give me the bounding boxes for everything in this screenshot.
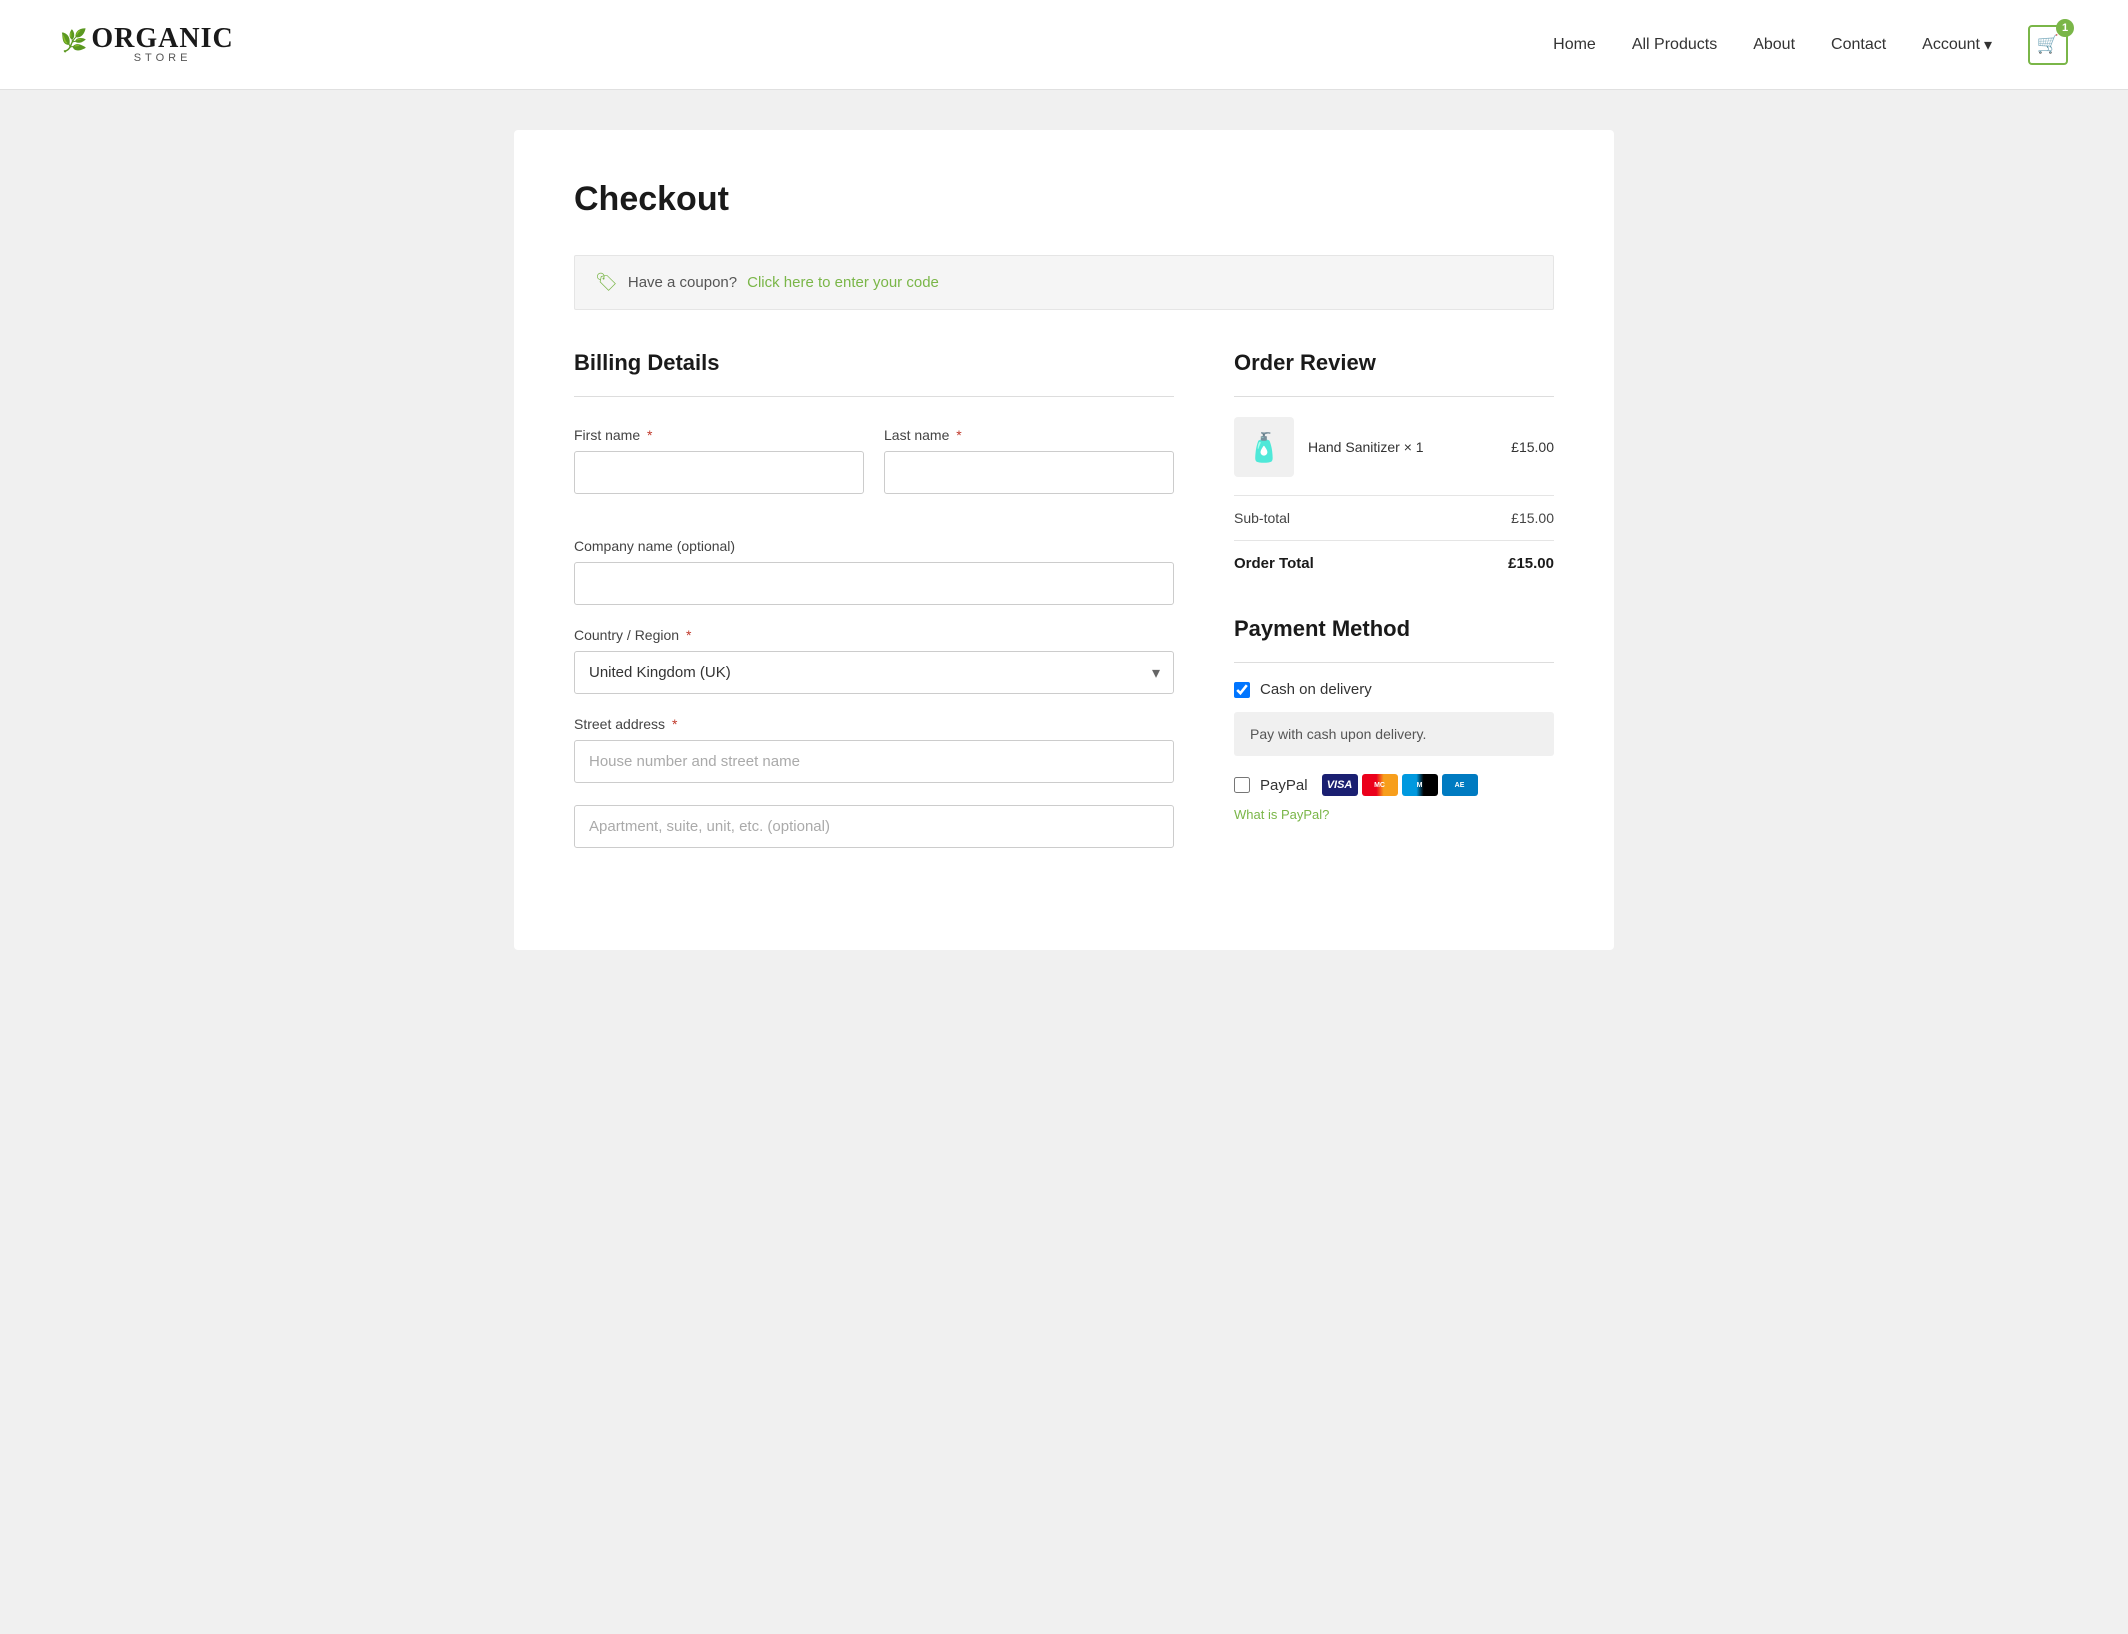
country-label-text: Country / Region xyxy=(574,627,679,643)
order-item-image: 🧴 xyxy=(1234,417,1294,477)
nav-home[interactable]: Home xyxy=(1553,36,1596,54)
billing-divider xyxy=(574,396,1174,397)
last-name-group: Last name * xyxy=(884,427,1174,494)
coupon-bar: 🏷 Have a coupon? Click here to enter you… xyxy=(574,255,1554,310)
account-label: Account xyxy=(1922,36,1980,54)
cash-description: Pay with cash upon delivery. xyxy=(1234,712,1554,756)
paypal-payment-option: PayPal VISA MC M AE xyxy=(1234,774,1554,796)
cash-payment-option: Cash on delivery xyxy=(1234,681,1554,698)
nav-contact[interactable]: Contact xyxy=(1831,36,1886,54)
cash-checkbox[interactable] xyxy=(1234,682,1250,698)
country-group: Country / Region * United Kingdom (UK) U… xyxy=(574,627,1174,694)
company-label: Company name (optional) xyxy=(574,538,1174,554)
logo-leaf-icon: 🌿 xyxy=(60,28,87,54)
paypal-what-link[interactable]: What is PayPal? xyxy=(1234,807,1329,822)
logo-name: ORGANIC xyxy=(91,23,233,54)
name-row: First name * Last name * xyxy=(574,427,1174,516)
logo[interactable]: 🌿 ORGANIC STORE xyxy=(60,25,234,64)
order-item-price: £15.00 xyxy=(1511,439,1554,455)
street-required: * xyxy=(672,716,677,732)
country-select[interactable]: United Kingdom (UK) United States (US) G… xyxy=(574,651,1174,694)
country-required: * xyxy=(686,627,691,643)
checkout-layout: Billing Details First name * Last name xyxy=(574,350,1554,870)
page-title: Checkout xyxy=(574,180,1554,219)
order-item-name: Hand Sanitizer × 1 xyxy=(1308,439,1497,455)
order-review-section: Order Review 🧴 Hand Sanitizer × 1 £15.00… xyxy=(1234,350,1554,870)
cart-button[interactable]: 🛒 1 xyxy=(2028,25,2068,65)
street-label-text: Street address xyxy=(574,716,665,732)
page-container: Checkout 🏷 Have a coupon? Click here to … xyxy=(514,130,1614,950)
street-label: Street address * xyxy=(574,716,1174,732)
mastercard-icon: MC xyxy=(1362,774,1398,796)
country-label: Country / Region * xyxy=(574,627,1174,643)
order-item: 🧴 Hand Sanitizer × 1 £15.00 xyxy=(1234,417,1554,495)
last-name-input[interactable] xyxy=(884,451,1174,494)
paypal-card-icons: VISA MC M AE xyxy=(1322,774,1478,796)
apt-input[interactable] xyxy=(574,805,1174,848)
last-name-required: * xyxy=(956,427,961,443)
first-name-label: First name * xyxy=(574,427,864,443)
coupon-link[interactable]: Click here to enter your code xyxy=(747,274,939,291)
paypal-label[interactable]: PayPal xyxy=(1260,777,1308,794)
last-name-label: Last name * xyxy=(884,427,1174,443)
subtotal-value: £15.00 xyxy=(1511,510,1554,526)
maestro-icon: M xyxy=(1402,774,1438,796)
total-row: Order Total £15.00 xyxy=(1234,540,1554,586)
main-nav: Home All Products About Contact Account … xyxy=(1553,25,2068,65)
page-background: Checkout 🏷 Have a coupon? Click here to … xyxy=(0,90,2128,1634)
cash-label[interactable]: Cash on delivery xyxy=(1260,681,1372,698)
payment-title: Payment Method xyxy=(1234,616,1554,642)
logo-sub: STORE xyxy=(91,53,233,64)
street-group: Street address * xyxy=(574,716,1174,783)
amex-icon: AE xyxy=(1442,774,1478,796)
nav-about[interactable]: About xyxy=(1753,36,1795,54)
last-name-label-text: Last name xyxy=(884,427,949,443)
first-name-required: * xyxy=(647,427,652,443)
logo-text: ORGANIC STORE xyxy=(91,25,233,64)
coupon-icon: 🏷 xyxy=(595,272,618,293)
payment-divider xyxy=(1234,662,1554,663)
nav-all-products[interactable]: All Products xyxy=(1632,36,1717,54)
nav-account[interactable]: Account ▾ xyxy=(1922,35,1992,55)
order-review-title: Order Review xyxy=(1234,350,1554,376)
first-name-input[interactable] xyxy=(574,451,864,494)
paypal-checkbox[interactable] xyxy=(1234,777,1250,793)
apt-group xyxy=(574,805,1174,848)
subtotal-label: Sub-total xyxy=(1234,510,1290,526)
total-value: £15.00 xyxy=(1508,555,1554,572)
first-name-group: First name * xyxy=(574,427,864,494)
order-item-name-text: Hand Sanitizer xyxy=(1308,439,1400,455)
order-review-divider xyxy=(1234,396,1554,397)
visa-icon: VISA xyxy=(1322,774,1358,796)
chevron-down-icon: ▾ xyxy=(1984,35,1992,55)
coupon-text: Have a coupon? xyxy=(628,274,737,291)
first-name-label-text: First name xyxy=(574,427,640,443)
order-item-qty: × 1 xyxy=(1404,439,1424,455)
company-input[interactable] xyxy=(574,562,1174,605)
header: 🌿 ORGANIC STORE Home All Products About … xyxy=(0,0,2128,90)
billing-title: Billing Details xyxy=(574,350,1174,376)
subtotal-row: Sub-total £15.00 xyxy=(1234,495,1554,540)
company-group: Company name (optional) xyxy=(574,538,1174,605)
country-select-wrapper: United Kingdom (UK) United States (US) G… xyxy=(574,651,1174,694)
cart-icon: 🛒 xyxy=(2037,34,2059,55)
cart-badge: 1 xyxy=(2056,19,2074,37)
street-input[interactable] xyxy=(574,740,1174,783)
total-label: Order Total xyxy=(1234,555,1314,572)
billing-section: Billing Details First name * Last name xyxy=(574,350,1174,870)
order-item-emoji: 🧴 xyxy=(1247,431,1282,464)
